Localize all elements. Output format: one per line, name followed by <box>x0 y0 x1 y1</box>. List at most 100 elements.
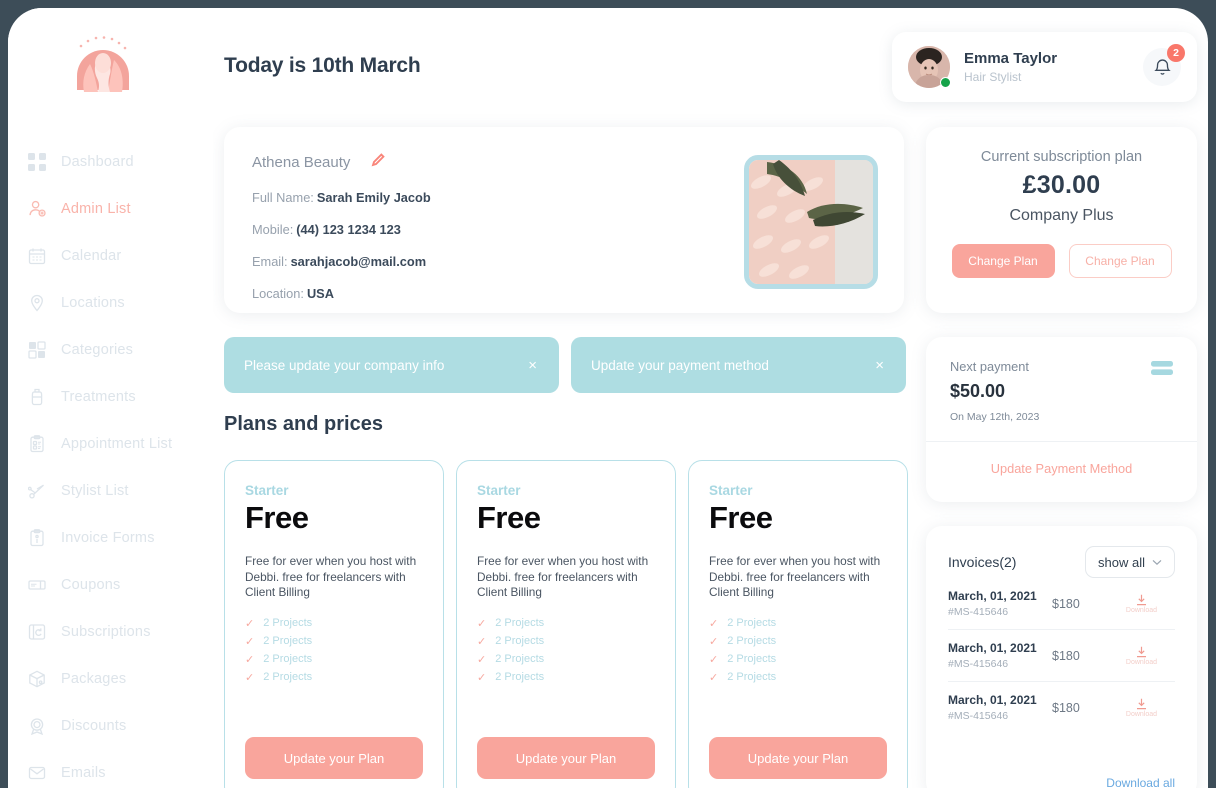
pencil-glyph <box>372 153 386 167</box>
sidebar-item-stylist-list[interactable]: Stylist List <box>8 467 213 514</box>
invoice-row[interactable]: March, 01, 2021 #MS-415646 $180 Download <box>948 630 1175 682</box>
check-icon: ✓ <box>709 671 719 684</box>
clipboard-list-icon <box>26 433 48 455</box>
plan-card[interactable]: Starter Free Free for ever when you host… <box>224 460 444 788</box>
notifications-button[interactable]: 2 <box>1143 44 1185 86</box>
plan-tier: Starter <box>477 483 521 498</box>
grid-icon <box>26 151 48 173</box>
sidebar-item-invoice-forms[interactable]: Invoice Forms <box>8 514 213 561</box>
sidebar-item-subscriptions[interactable]: Subscriptions <box>8 608 213 655</box>
check-icon: ✓ <box>709 617 719 630</box>
download-all-link[interactable]: Download all <box>1106 776 1175 788</box>
invoice-amount: $180 <box>1052 648 1080 663</box>
app-logo[interactable] <box>68 30 138 102</box>
field-value: USA <box>306 286 334 301</box>
sidebar-item-packages[interactable]: Packages <box>8 655 213 702</box>
update-payment-method-button[interactable]: Update Payment Method <box>926 442 1197 494</box>
invoice-meta: March, 01, 2021 #MS-415646 <box>948 589 1052 618</box>
update-plan-button[interactable]: Update your Plan <box>709 737 887 779</box>
feature-label: 2 Projects <box>263 653 313 666</box>
check-icon: ✓ <box>245 671 255 684</box>
invoices-filter-dropdown[interactable]: show all <box>1085 546 1175 578</box>
sidebar-item-label: Subscriptions <box>61 623 151 640</box>
update-plan-button[interactable]: Update your Plan <box>245 737 423 779</box>
close-icon[interactable]: × <box>873 357 886 374</box>
plan-feature: ✓ 2 Projects <box>477 671 655 684</box>
invoices-header: Invoices(2) show all <box>948 546 1175 578</box>
plan-feature: ✓ 2 Projects <box>245 617 423 630</box>
sidebar-item-calendar[interactable]: Calendar <box>8 232 213 279</box>
subscription-buttons: Change Plan Change Plan <box>948 244 1175 278</box>
feature-label: 2 Projects <box>495 671 545 684</box>
invoice-download-button[interactable]: Download <box>1108 594 1175 614</box>
plan-feature: ✓ 2 Projects <box>477 635 655 648</box>
plan-description: Free for ever when you host with Debbi. … <box>245 554 417 600</box>
download-label: Download <box>1125 658 1158 666</box>
sidebar-item-label: Treatments <box>61 388 136 405</box>
check-icon: ✓ <box>477 635 487 648</box>
sidebar-item-label: Invoice Forms <box>61 529 155 546</box>
banner-text: Update your payment method <box>591 357 769 373</box>
sidebar-nav: Dashboard Admin List Calendar Locations <box>8 138 213 788</box>
refresh-box-icon <box>26 621 48 643</box>
pencil-icon[interactable] <box>370 151 387 173</box>
sidebar-item-label: Admin List <box>61 200 131 217</box>
invoice-row[interactable]: March, 01, 2021 #MS-415646 $180 Download <box>948 682 1175 733</box>
company-photo <box>744 155 878 289</box>
feature-label: 2 Projects <box>495 635 545 648</box>
sidebar-item-label: Categories <box>61 341 134 358</box>
ticket-icon <box>26 574 48 596</box>
invoice-meta: March, 01, 2021 #MS-415646 <box>948 693 1052 722</box>
download-icon <box>1137 594 1146 605</box>
sidebar-item-locations[interactable]: Locations <box>8 279 213 326</box>
banner-payment-method[interactable]: Update your payment method × <box>571 337 906 393</box>
plan-tier: Starter <box>245 483 289 498</box>
plan-card[interactable]: Starter Free Free for ever when you host… <box>688 460 908 788</box>
field-value: (44) 123 1234 123 <box>296 222 401 237</box>
plan-feature: ✓ 2 Projects <box>245 671 423 684</box>
book-me-logo-icon <box>77 36 129 92</box>
company-photo-image <box>749 160 873 284</box>
sidebar-item-categories[interactable]: Categories <box>8 326 213 373</box>
profile-role: Hair Stylist <box>964 70 1022 84</box>
download-label: Download <box>1125 606 1158 614</box>
user-profile-card[interactable]: Emma Taylor Hair Stylist 2 <box>892 32 1197 102</box>
clipboard-invoice-icon <box>26 527 48 549</box>
invoice-date: March, 01, 2021 <box>948 693 1037 707</box>
subscription-card: Current subscription plan £30.00 Company… <box>926 127 1197 313</box>
change-plan-secondary-button[interactable]: Change Plan <box>1068 244 1172 278</box>
plan-description: Free for ever when you host with Debbi. … <box>477 554 649 600</box>
invoice-row[interactable]: March, 01, 2021 #MS-415646 $180 Download <box>948 578 1175 630</box>
categories-icon <box>26 339 48 361</box>
plan-price: Free <box>245 500 309 535</box>
invoice-date: March, 01, 2021 <box>948 641 1037 655</box>
sidebar-item-coupons[interactable]: Coupons <box>8 561 213 608</box>
sidebar-item-appointment-list[interactable]: Appointment List <box>8 420 213 467</box>
plan-feature: ✓ 2 Projects <box>477 653 655 666</box>
plan-price: Free <box>709 500 773 535</box>
check-icon: ✓ <box>709 653 719 666</box>
plan-card[interactable]: Starter Free Free for ever when you host… <box>456 460 676 788</box>
close-icon[interactable]: × <box>526 357 539 374</box>
banner-company-info[interactable]: Please update your company info × <box>224 337 559 393</box>
map-pin-icon <box>26 292 48 314</box>
next-payment-label: Next payment <box>950 359 1029 374</box>
invoice-download-button[interactable]: Download <box>1108 698 1175 718</box>
invoice-amount: $180 <box>1052 596 1080 611</box>
check-icon: ✓ <box>477 671 487 684</box>
sidebar-item-treatments[interactable]: Treatments <box>8 373 213 420</box>
update-plan-button[interactable]: Update your Plan <box>477 737 655 779</box>
change-plan-primary-button[interactable]: Change Plan <box>951 244 1055 278</box>
sidebar-item-discounts[interactable]: Discounts <box>8 702 213 749</box>
field-value: Sarah Emily Jacob <box>316 190 431 205</box>
chevron-down-icon <box>1152 559 1162 565</box>
sidebar-item-dashboard[interactable]: Dashboard <box>8 138 213 185</box>
sidebar-item-label: Packages <box>61 670 127 687</box>
subscription-label: Current subscription plan <box>980 149 1143 165</box>
sidebar-item-admin-list[interactable]: Admin List <box>8 185 213 232</box>
sidebar-item-emails[interactable]: Emails <box>8 749 213 788</box>
next-payment-card: Next payment $50.00 On May 12th, 2023 Up… <box>926 337 1197 502</box>
feature-label: 2 Projects <box>263 617 313 630</box>
treatment-bottle-icon <box>26 386 48 408</box>
invoice-download-button[interactable]: Download <box>1108 646 1175 666</box>
